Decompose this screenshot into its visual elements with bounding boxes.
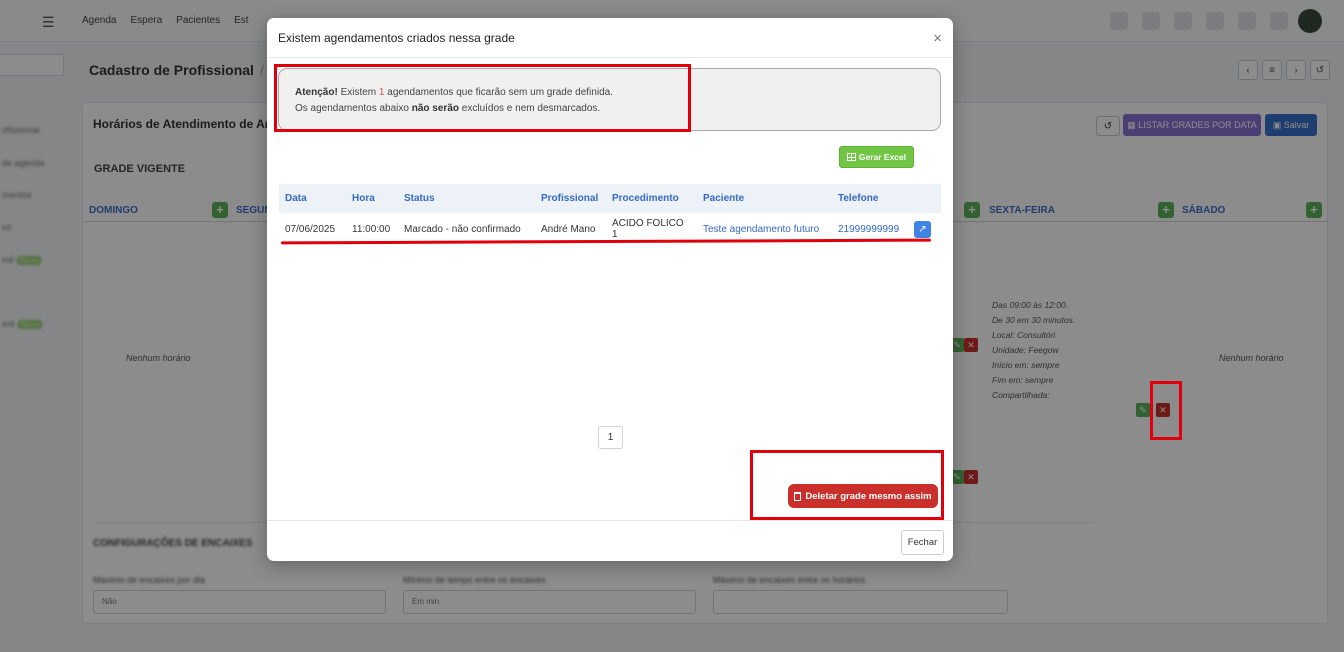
highlight-box: [1150, 381, 1182, 440]
close-icon[interactable]: ×: [933, 30, 942, 47]
modal-title: Existem agendamentos criados nessa grade: [278, 31, 515, 45]
col-procedimento: Procedimento: [612, 193, 679, 204]
col-status: Status: [404, 193, 435, 204]
appointments-table: Data Hora Status Profissional Procedimen…: [279, 184, 941, 245]
trash-icon: [794, 491, 802, 501]
close-button[interactable]: Fechar: [901, 530, 944, 555]
highlight-box: [274, 64, 691, 132]
col-paciente: Paciente: [703, 193, 745, 204]
table-header-row: Data Hora Status Profissional Procedimen…: [279, 184, 941, 213]
excel-button[interactable]: Gerar Excel: [839, 146, 914, 168]
pagination-page-1[interactable]: 1: [598, 426, 623, 449]
col-data: Data: [285, 193, 307, 204]
col-actions: [908, 184, 941, 213]
table-icon: [846, 153, 856, 161]
delete-grade-button[interactable]: Deletar grade mesmo assim: [788, 484, 938, 508]
external-link-icon[interactable]: ↗: [914, 220, 931, 238]
appointments-modal: Existem agendamentos criados nessa grade…: [267, 18, 953, 561]
col-profissional: Profissional: [541, 193, 599, 204]
col-hora: Hora: [352, 193, 375, 204]
modal-header: Existem agendamentos criados nessa grade…: [267, 18, 953, 58]
modal-footer: Fechar: [267, 520, 953, 561]
col-telefone: Telefone: [838, 193, 879, 204]
